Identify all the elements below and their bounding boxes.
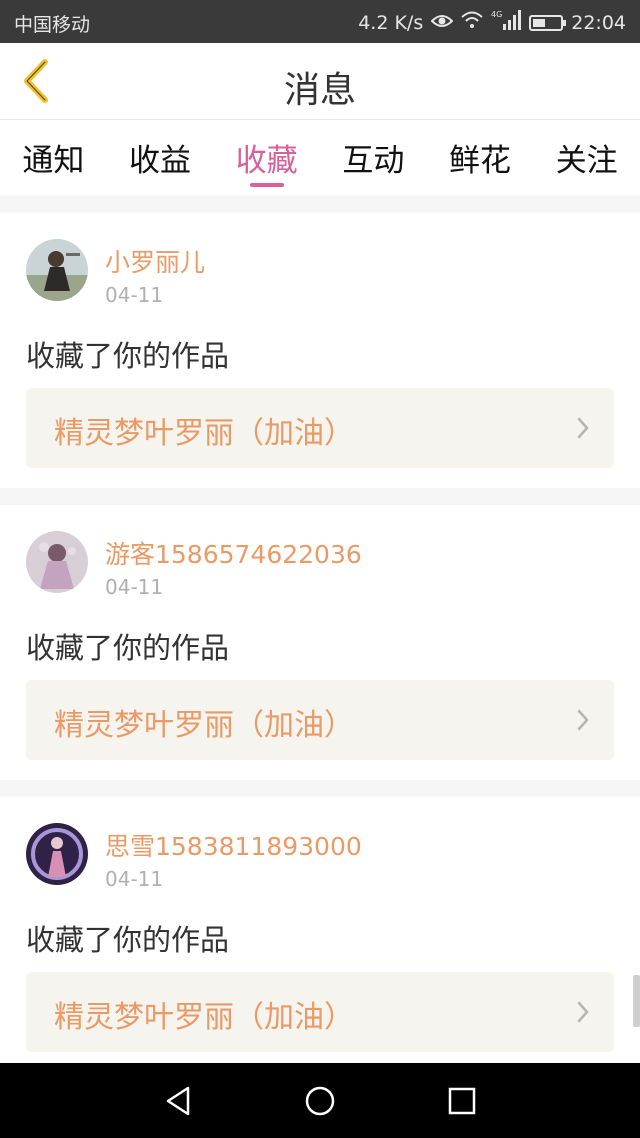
user-name[interactable]: 游客1586574622036 (105, 535, 362, 571)
network-type: 4G (491, 10, 502, 19)
chevron-right-icon (577, 417, 589, 439)
message-card: 思雪1583811893000 04-11 收藏了你的作品 精灵梦叶罗丽（加油） (0, 797, 640, 1063)
wifi-icon (461, 11, 483, 34)
header: 消息 (0, 43, 640, 120)
work-link[interactable]: 精灵梦叶罗丽（加油） (26, 680, 614, 760)
message-text: 收藏了你的作品 (26, 923, 230, 957)
avatar[interactable] (26, 531, 88, 593)
divider (0, 780, 640, 797)
nav-home-button[interactable] (302, 1083, 338, 1119)
message-card: 小罗丽儿 04-11 收藏了你的作品 精灵梦叶罗丽（加油） (0, 213, 640, 488)
work-title: 精灵梦叶罗丽（加油） (54, 1000, 354, 1035)
message-date: 04-11 (105, 575, 164, 599)
eye-icon (430, 12, 454, 34)
clock: 22:04 (571, 11, 626, 34)
carrier-name: 中国移动 (14, 14, 91, 36)
scrollbar-thumb[interactable] (633, 975, 640, 1027)
tab-follows[interactable]: 关注 (533, 121, 640, 195)
message-text: 收藏了你的作品 (26, 339, 230, 373)
tab-flowers[interactable]: 鲜花 (427, 121, 534, 195)
chevron-right-icon (577, 709, 589, 731)
user-name[interactable]: 小罗丽儿 (105, 243, 205, 279)
tab-bar: 通知 收益 收藏 互动 鲜花 关注 (0, 121, 640, 195)
signal-icon: 4G (491, 10, 522, 35)
network-speed: 4.2 K/s (358, 11, 424, 34)
divider (0, 195, 640, 213)
nav-back-button[interactable] (160, 1083, 196, 1119)
message-date: 04-11 (105, 283, 164, 307)
work-link[interactable]: 精灵梦叶罗丽（加油） (26, 388, 614, 468)
chevron-right-icon (577, 1001, 589, 1023)
nav-recents-button[interactable] (444, 1083, 480, 1119)
tab-favorites[interactable]: 收藏 (213, 121, 320, 195)
user-name[interactable]: 思雪1583811893000 (105, 827, 362, 863)
message-date: 04-11 (105, 867, 164, 891)
page-title: 消息 (283, 70, 356, 111)
work-title: 精灵梦叶罗丽（加油） (54, 708, 354, 743)
triangle-back-icon (166, 1086, 190, 1116)
tab-earnings[interactable]: 收益 (107, 121, 214, 195)
square-recents-icon (448, 1087, 476, 1115)
circle-home-icon (305, 1086, 335, 1116)
message-card: 游客1586574622036 04-11 收藏了你的作品 精灵梦叶罗丽（加油） (0, 505, 640, 780)
tab-interactions[interactable]: 互动 (320, 121, 427, 195)
divider (0, 488, 640, 505)
battery-icon (529, 14, 567, 31)
tab-notifications[interactable]: 通知 (0, 121, 107, 195)
avatar[interactable] (26, 239, 88, 301)
status-bar: 中国移动 4.2 K/s 4G 22:04 (0, 0, 640, 43)
work-link[interactable]: 精灵梦叶罗丽（加油） (26, 972, 614, 1052)
work-title: 精灵梦叶罗丽（加油） (54, 416, 354, 451)
message-text: 收藏了你的作品 (26, 631, 230, 665)
avatar[interactable] (26, 823, 88, 885)
system-nav-bar (0, 1063, 640, 1138)
